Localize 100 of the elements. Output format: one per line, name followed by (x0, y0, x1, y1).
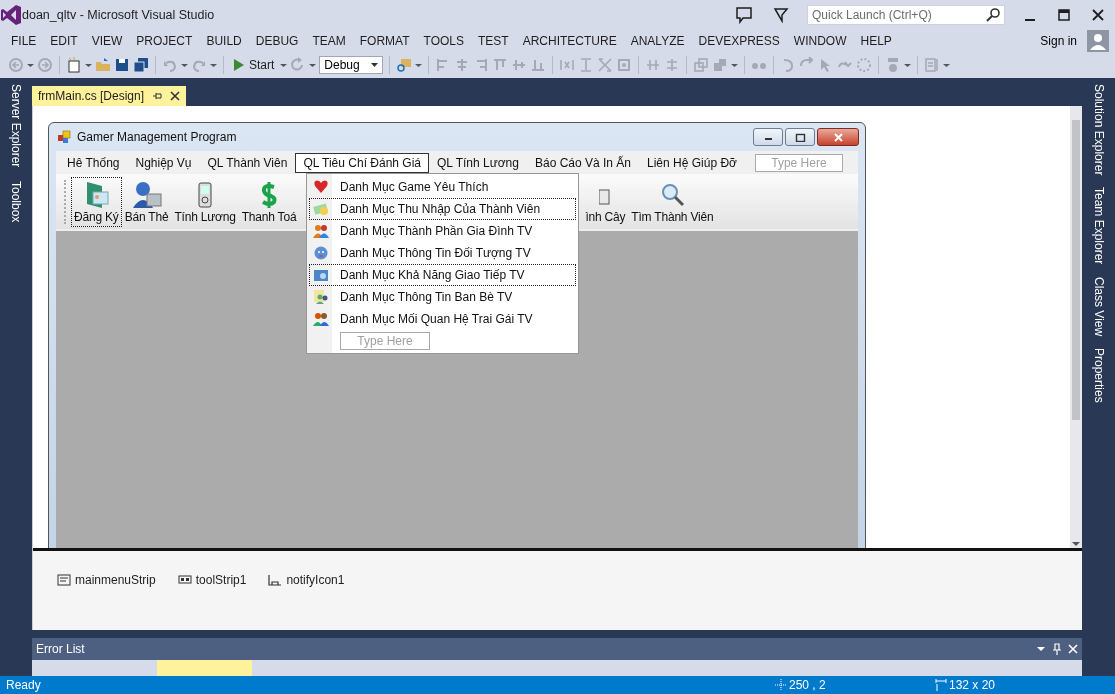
side-tab[interactable]: Server Explorer (9, 84, 23, 168)
face-icon (313, 245, 329, 261)
toolbar-button[interactable]: Thanh Toá (238, 176, 300, 227)
maximize-icon[interactable] (1056, 7, 1072, 23)
menu-item[interactable]: EDIT (43, 34, 85, 48)
window-title: doan_qltv - Microsoft Visual Studio (22, 8, 215, 22)
menu-item[interactable]: TEAM (305, 34, 353, 48)
side-tab[interactable]: Properties (1091, 347, 1106, 403)
quick-launch-field[interactable]: Quick Launch (Ctrl+Q) (807, 5, 1005, 25)
menu-item[interactable]: Danh Mục Thu Nhập Của Thành Viên (309, 198, 576, 220)
menu-strip-icon (57, 573, 71, 587)
dropdown-icon[interactable] (1036, 644, 1046, 654)
menu-item[interactable]: TOOLS (416, 34, 471, 48)
start-button[interactable]: Start (230, 58, 278, 72)
side-tab[interactable]: Toolbox (9, 181, 23, 223)
menu-item[interactable]: ANALYZE (623, 34, 692, 48)
spacing-icon[interactable] (559, 57, 576, 73)
status-size: 132 x 20 (949, 678, 996, 692)
toolbar-button[interactable]: Bán Thẻ (121, 176, 172, 227)
size-icon (935, 679, 947, 691)
heart-icon (313, 179, 329, 195)
window-button[interactable] (817, 128, 859, 146)
menu-item[interactable]: QL Tiêu Chí Đánh Giá (295, 152, 429, 173)
position-icon (775, 679, 787, 691)
tray-icon (268, 573, 283, 587)
side-tab[interactable]: Team Explorer (1091, 187, 1106, 265)
menu-item[interactable]: BUILD (199, 34, 249, 48)
side-tab[interactable]: Solution Explorer (1091, 84, 1106, 176)
maximize-icon (794, 132, 806, 142)
app-icon (57, 130, 71, 144)
menu-item[interactable]: QL Tính Lương (429, 152, 527, 173)
resize-icon[interactable] (597, 57, 614, 73)
scrollbar[interactable] (1070, 106, 1082, 548)
pin-icon[interactable] (152, 91, 163, 101)
form-title: Gamer Management Program (77, 130, 237, 144)
menu-item[interactable]: Danh Mục Thành Phần Gia Đình TV (309, 220, 576, 242)
menu-item[interactable]: ARCHITECTURE (515, 34, 624, 48)
save-icon[interactable] (114, 57, 130, 73)
center-icon[interactable] (645, 57, 662, 73)
order-icon[interactable] (693, 57, 710, 73)
menu-item[interactable]: Danh Mục Game Yêu Thích (309, 176, 576, 198)
close-icon[interactable] (170, 91, 181, 101)
toolbar-button[interactable]: Đăng Ký (71, 176, 122, 227)
menu-item[interactable]: QL Thành Viên (199, 152, 296, 173)
menu-item[interactable]: Danh Mục Thông Tin Ban Bè TV (309, 286, 576, 308)
find-icon[interactable] (396, 57, 413, 73)
configuration-dropdown[interactable]: Debug (319, 56, 384, 74)
people-icon (313, 223, 329, 239)
sign-in-link[interactable]: Sign in (1040, 34, 1077, 48)
resize-icon[interactable] (616, 57, 633, 73)
avatar-icon[interactable] (1087, 30, 1109, 52)
status-text: Ready (6, 678, 41, 692)
filter-icon[interactable] (773, 7, 789, 23)
save-all-icon[interactable] (133, 57, 149, 73)
menu-item[interactable]: Nghiệp Vụ (127, 152, 200, 173)
window-button[interactable] (753, 128, 783, 146)
toolbar-button[interactable]: Tìm Thành Viên (628, 176, 717, 227)
menu-item[interactable]: Danh Mục Mối Quan Hệ Trai Gái TV (309, 308, 576, 330)
play-icon (233, 58, 245, 72)
toolbar-button[interactable]: Tính Lương (171, 176, 239, 227)
vs-logo-icon (0, 4, 22, 26)
menu-item[interactable]: FILE (4, 34, 44, 48)
status-position: 250 , 2 (789, 678, 826, 692)
photo-icon (313, 267, 329, 283)
align-icon[interactable] (530, 57, 547, 73)
align-icon[interactable] (492, 57, 509, 73)
component-label[interactable]: notifyIcon1 (286, 573, 345, 587)
menu-item[interactable]: Báo Cáo Và In Ấn (526, 152, 640, 173)
menu-item[interactable]: Danh Mục Khả Năng Giao Tiếp TV (309, 264, 576, 286)
menu-item[interactable]: FORMAT (352, 34, 417, 48)
new-project-icon[interactable] (66, 57, 82, 73)
toolstrip-icon (177, 573, 192, 587)
menu-item[interactable]: PROJECT (129, 34, 200, 48)
menu-item[interactable]: HELP (853, 34, 899, 48)
close-icon (832, 132, 844, 142)
spinner-icon[interactable] (856, 57, 873, 73)
toolbar-button[interactable]: ình Cây (582, 176, 629, 227)
menu-item[interactable]: Danh Mục Thông Tin Đối Tượng TV (309, 242, 576, 264)
close-icon[interactable] (1090, 7, 1106, 23)
component-label[interactable]: toolStrip1 (195, 573, 247, 587)
dollar-icon (259, 179, 279, 210)
menu-item[interactable]: TEST (471, 34, 516, 48)
side-tab[interactable]: Class View (1091, 276, 1106, 336)
document-tab[interactable]: frmMain.cs [Design] (32, 86, 187, 106)
component-label[interactable]: mainmenuStrip (75, 573, 156, 587)
menu-item[interactable]: VIEW (84, 34, 130, 48)
feedback-icon[interactable] (735, 6, 753, 24)
people-icon (313, 289, 329, 305)
search-icon (985, 7, 1001, 23)
menu-item[interactable]: WINDOW (786, 34, 854, 48)
menu-item[interactable]: Hê Thống (59, 152, 128, 173)
window-button[interactable] (785, 128, 815, 146)
menu-item[interactable]: Liên Hệ Giúp Đỡ (639, 152, 745, 173)
money-icon (313, 201, 329, 217)
person-icon (130, 179, 163, 210)
align-icon[interactable] (511, 57, 528, 73)
menu-item[interactable]: DEBUG (248, 34, 306, 48)
panel-title: Error List (36, 642, 86, 656)
menu-item[interactable]: DEVEXPRESS (691, 34, 787, 48)
caret-icon (371, 62, 379, 68)
